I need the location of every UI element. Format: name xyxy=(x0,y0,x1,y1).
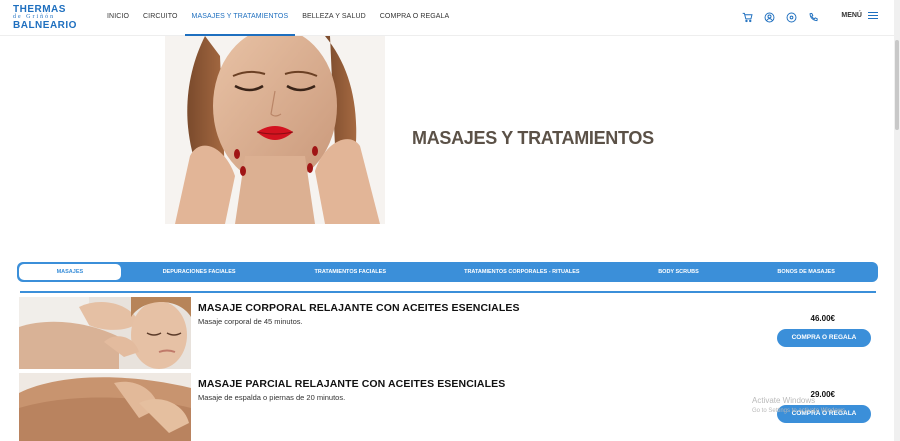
main-nav: INICIO CIRCUITO MASAJES Y TRATAMIENTOS B… xyxy=(100,0,456,36)
hamburger-icon xyxy=(868,12,878,19)
tab-bonos-masajes[interactable]: BONOS DE MASAJES xyxy=(736,264,876,280)
product-title: MASAJE PARCIAL RELAJANTE CON ACEITES ESE… xyxy=(198,378,506,390)
nav-belleza-salud[interactable]: BELLEZA Y SALUD xyxy=(295,0,373,36)
scrollbar-thumb[interactable] xyxy=(895,40,899,130)
product-title: MASAJE CORPORAL RELAJANTE CON ACEITES ES… xyxy=(198,302,520,314)
header-icons xyxy=(741,11,820,24)
hero-banner: MASAJES Y TRATAMIENTOS xyxy=(0,36,894,226)
page-scrollbar[interactable] xyxy=(894,0,900,441)
nav-inicio[interactable]: INICIO xyxy=(100,0,136,36)
tab-depuraciones-faciales[interactable]: DEPURACIONES FACIALES xyxy=(121,264,278,280)
tab-masajes[interactable]: MASAJES xyxy=(19,264,121,280)
tab-tratamientos-corporales[interactable]: TRATAMIENTOS CORPORALES - RITUALES xyxy=(423,264,621,280)
buy-or-gift-button[interactable]: COMPRA O REGALA xyxy=(777,329,871,347)
nav-masajes-tratamientos[interactable]: MASAJES Y TRATAMIENTOS xyxy=(184,0,296,36)
nav-compra-regala[interactable]: COMPRA O REGALA xyxy=(373,0,457,36)
massage-back-image xyxy=(19,373,191,441)
watermark-title: Activate Windows xyxy=(752,396,816,405)
product-item: MASAJE CORPORAL RELAJANTE CON ACEITES ES… xyxy=(19,297,879,369)
menu-label: MENÚ xyxy=(841,12,862,19)
menu-button[interactable]: MENÚ xyxy=(841,12,878,19)
product-price: 46.00€ xyxy=(810,314,835,323)
site-logo[interactable]: THERMAS de Griñón BALNEARIO xyxy=(13,5,79,31)
site-header: THERMAS de Griñón BALNEARIO INICIO CIRCU… xyxy=(0,0,900,36)
location-icon[interactable] xyxy=(785,11,798,24)
massage-back-image xyxy=(19,297,191,369)
cart-icon[interactable] xyxy=(741,11,754,24)
category-tabs: MASAJES DEPURACIONES FACIALES TRATAMIENT… xyxy=(17,262,878,282)
tab-tratamientos-faciales[interactable]: TRATAMIENTOS FACIALES xyxy=(277,264,423,280)
tab-divider xyxy=(20,291,876,293)
user-icon[interactable] xyxy=(763,11,776,24)
product-description: Masaje corporal de 45 minutos. xyxy=(198,317,303,326)
nav-circuito[interactable]: CIRCUITO xyxy=(136,0,185,36)
logo-line-3: BALNEARIO xyxy=(13,20,77,31)
phone-icon[interactable] xyxy=(807,11,820,24)
activate-windows-watermark: Activate Windows Go to Settings to activ… xyxy=(752,396,847,416)
hero-woman-face-image xyxy=(165,36,385,224)
logo-line-1: THERMAS xyxy=(13,4,66,15)
tab-body-scrubs[interactable]: BODY SCRUBS xyxy=(621,264,737,280)
page-title: MASAJES Y TRATAMIENTOS xyxy=(412,128,654,148)
product-description: Masaje de espalda o piernas de 20 minuto… xyxy=(198,393,346,402)
product-item: MASAJE PARCIAL RELAJANTE CON ACEITES ESE… xyxy=(19,373,879,441)
watermark-subtitle: Go to Settings to activate Windows. xyxy=(752,408,847,414)
